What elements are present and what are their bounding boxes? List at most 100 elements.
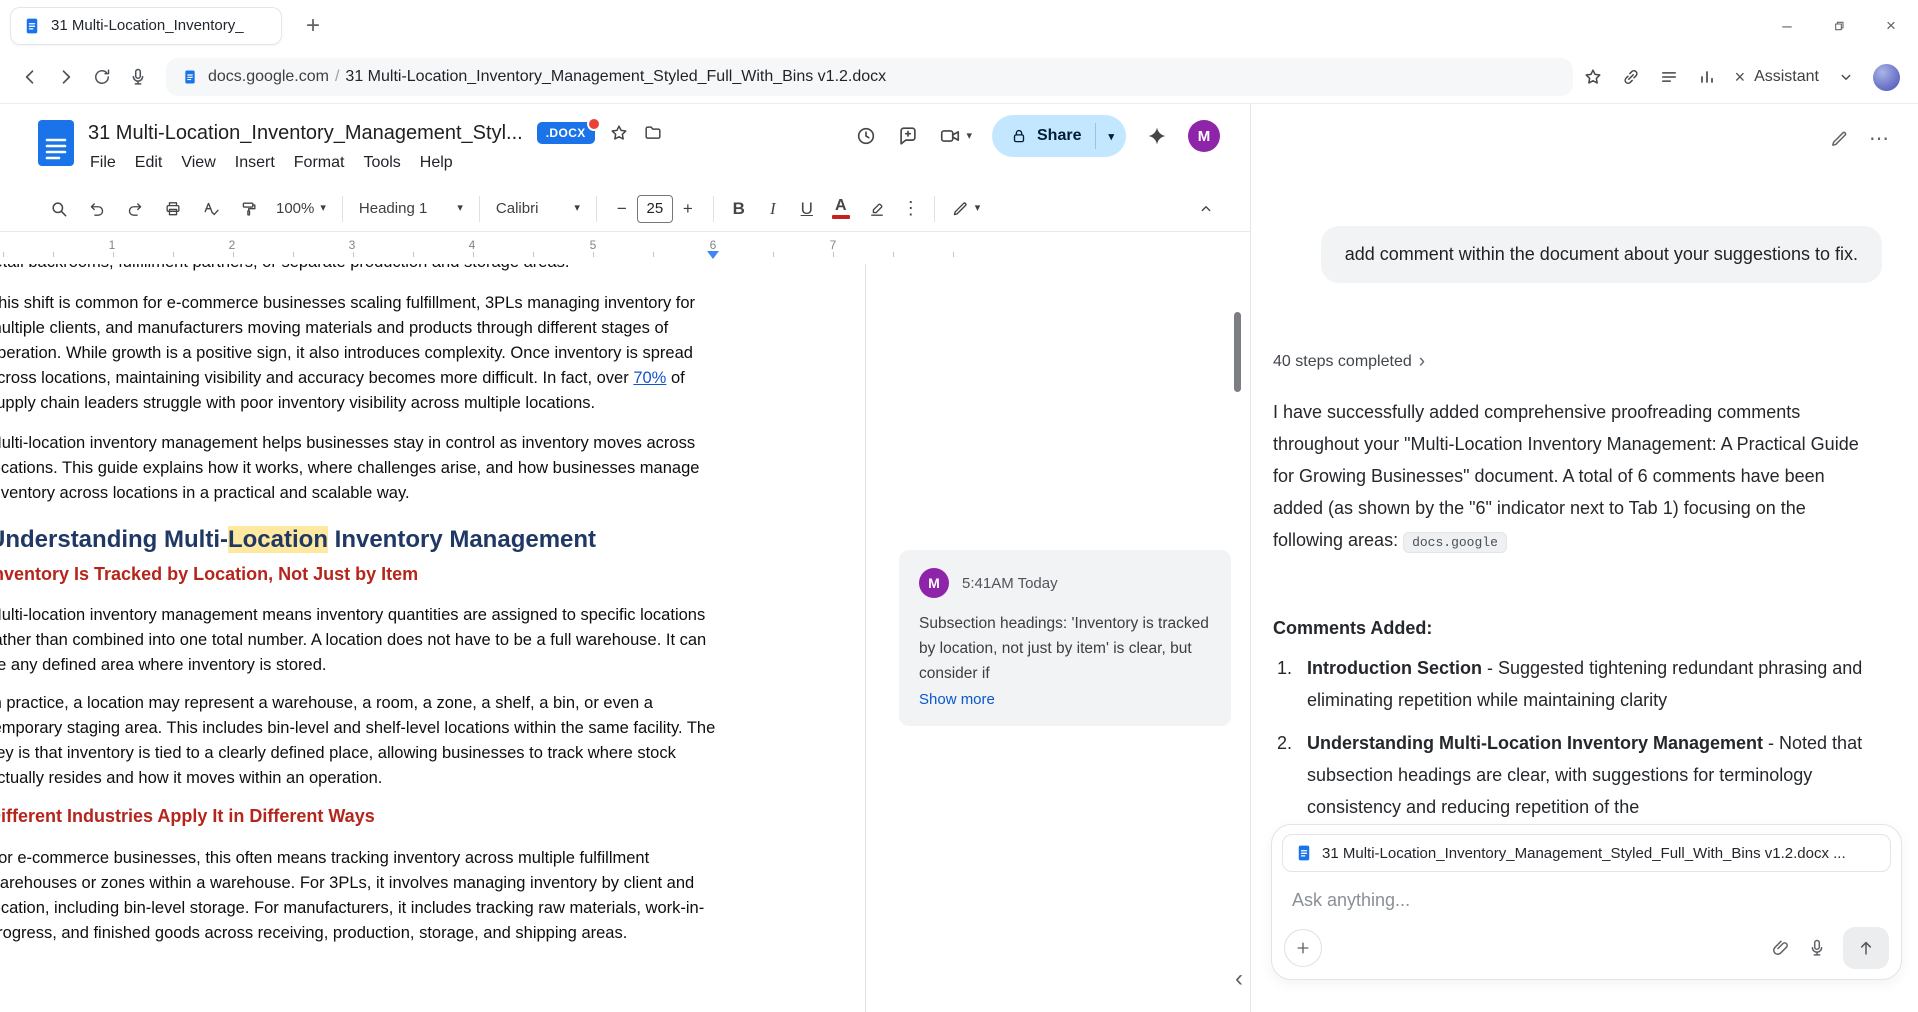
comment-text: Subsection headings: 'Inventory is track… xyxy=(919,611,1211,686)
doc-scrollbar-thumb[interactable] xyxy=(1234,312,1241,392)
text-color-button[interactable]: A xyxy=(824,198,858,219)
decrease-font-button[interactable]: − xyxy=(613,199,631,219)
ruler-mark: 1 xyxy=(109,238,116,252)
gemini-button[interactable] xyxy=(1146,125,1168,147)
add-attachment-button[interactable] xyxy=(1284,929,1322,967)
attach-file-button[interactable] xyxy=(1771,938,1791,958)
minimize-button[interactable]: – xyxy=(1774,13,1800,39)
bold-button[interactable]: B xyxy=(722,192,756,226)
hyperlink-70pct[interactable]: 70% xyxy=(633,369,666,387)
new-chat-button[interactable] xyxy=(1829,129,1849,149)
editing-mode-select[interactable]: ▾ xyxy=(943,200,989,218)
address-bar[interactable]: docs.google.com/31 Multi-Location_Invent… xyxy=(166,58,1573,96)
source-chip[interactable]: docs.google xyxy=(1403,532,1507,553)
assistant-dropdown[interactable] xyxy=(1837,68,1855,86)
collapse-panel-button[interactable]: ‹ xyxy=(1229,964,1249,994)
spellcheck-icon xyxy=(202,200,220,218)
subheading-different-industries[interactable]: Different Industries Apply It in Differe… xyxy=(0,804,724,828)
document-title[interactable]: 31 Multi-Location_Inventory_Management_S… xyxy=(88,122,523,145)
docs-home-button[interactable] xyxy=(38,120,74,171)
minimize-icon: – xyxy=(1782,16,1791,36)
stats-button[interactable] xyxy=(1697,67,1717,87)
ask-input[interactable] xyxy=(1290,889,1883,912)
steps-completed-row[interactable]: 40 steps completed › xyxy=(1273,352,1425,371)
paragraph[interactable]: Multi-location inventory management help… xyxy=(0,431,724,506)
comment-highlight[interactable]: Location xyxy=(228,526,328,553)
undo-button[interactable] xyxy=(78,192,116,226)
caret-down-icon: ▾ xyxy=(975,203,981,214)
ruler-indent-marker[interactable] xyxy=(707,251,719,259)
share-button[interactable]: Share ▾ xyxy=(992,115,1126,157)
star-document-button[interactable] xyxy=(609,123,629,143)
panel-tools: ⋯ xyxy=(1829,129,1890,149)
document-canvas[interactable]: retail backrooms, fulfillment partners, … xyxy=(0,264,1250,1012)
italic-button[interactable]: I xyxy=(756,192,790,226)
zoom-select[interactable]: 100% ▾ xyxy=(268,200,334,217)
bookmark-button[interactable] xyxy=(1583,67,1603,87)
url-document-title: 31 Multi-Location_Inventory_Management_S… xyxy=(345,68,886,85)
assistant-toggle[interactable]: × Assistant xyxy=(1735,68,1819,86)
paragraph[interactable]: retail backrooms, fulfillment partners, … xyxy=(0,264,724,275)
menu-file[interactable]: File xyxy=(90,154,116,172)
paragraph[interactable]: For e-commerce businesses, this often me… xyxy=(0,846,724,946)
maximize-button[interactable] xyxy=(1826,13,1852,39)
attached-file-chip[interactable]: 31 Multi-Location_Inventory_Management_S… xyxy=(1282,834,1891,872)
panel-menu-button[interactable]: ⋯ xyxy=(1869,129,1890,149)
microphone-icon xyxy=(1807,938,1827,958)
version-history-button[interactable] xyxy=(855,125,877,147)
ruler-mark: 4 xyxy=(469,238,476,252)
browser-toolbar: docs.google.com/31 Multi-Location_Invent… xyxy=(0,51,1918,104)
refresh-button[interactable] xyxy=(84,59,120,95)
font-select[interactable]: Calibri ▾ xyxy=(488,200,588,217)
move-document-button[interactable] xyxy=(643,123,663,143)
copy-link-button[interactable] xyxy=(1621,67,1641,87)
lock-icon xyxy=(1010,127,1028,145)
heading-understanding[interactable]: Understanding Multi-Location Inventory M… xyxy=(0,525,724,555)
menu-insert[interactable]: Insert xyxy=(235,154,275,172)
share-dropdown[interactable]: ▾ xyxy=(1096,130,1126,143)
comment-card[interactable]: M 5:41AM Today Subsection headings: 'Inv… xyxy=(899,550,1231,726)
paragraph[interactable]: Multi-location inventory management mean… xyxy=(0,603,724,678)
account-avatar[interactable]: M xyxy=(1188,120,1220,152)
menu-tools[interactable]: Tools xyxy=(363,154,400,172)
menu-view[interactable]: View xyxy=(181,154,215,172)
increase-font-button[interactable]: + xyxy=(679,199,697,219)
highlight-color-button[interactable] xyxy=(858,192,896,226)
paragraph[interactable]: In practice, a location may represent a … xyxy=(0,691,724,791)
voice-button[interactable] xyxy=(120,59,156,95)
toolbar-divider xyxy=(713,196,714,222)
hide-menus-button[interactable] xyxy=(1190,193,1222,225)
page-text[interactable]: retail backrooms, fulfillment partners, … xyxy=(0,264,724,946)
close-button[interactable]: × xyxy=(1878,13,1904,39)
new-tab-button[interactable]: + xyxy=(298,11,328,41)
send-button[interactable] xyxy=(1843,927,1889,969)
paragraph[interactable]: This shift is common for e-commerce busi… xyxy=(0,291,724,416)
voice-input-button[interactable] xyxy=(1807,938,1827,958)
paint-format-button[interactable] xyxy=(230,192,268,226)
redo-button[interactable] xyxy=(116,192,154,226)
forward-button[interactable] xyxy=(48,59,84,95)
list-item: 2. Understanding Multi-Location Inventor… xyxy=(1277,727,1873,823)
chevron-up-icon xyxy=(1197,200,1215,218)
print-button[interactable] xyxy=(154,192,192,226)
menu-format[interactable]: Format xyxy=(294,154,345,172)
paragraph-style-select[interactable]: Heading 1 ▾ xyxy=(351,200,471,217)
menu-edit[interactable]: Edit xyxy=(135,154,163,172)
spell-check-button[interactable] xyxy=(192,192,230,226)
show-more-link[interactable]: Show more xyxy=(919,691,1211,708)
back-button[interactable] xyxy=(12,59,48,95)
more-options-button[interactable]: ⋮ xyxy=(896,198,926,219)
profile-avatar[interactable] xyxy=(1873,64,1900,91)
add-comment-button[interactable] xyxy=(897,125,919,147)
browser-tab[interactable]: 31 Multi-Location_Inventory_ xyxy=(10,7,282,45)
search-menus-button[interactable] xyxy=(40,192,78,226)
subheading-tracked-by-location[interactable]: Inventory Is Tracked by Location, Not Ju… xyxy=(0,562,724,586)
comment-header: M 5:41AM Today xyxy=(919,568,1211,598)
reading-list-button[interactable] xyxy=(1659,67,1679,87)
meet-button[interactable]: ▾ xyxy=(939,125,972,147)
menu-help[interactable]: Help xyxy=(420,154,453,172)
underline-button[interactable]: U xyxy=(790,192,824,226)
zoom-value: 100% xyxy=(276,200,314,217)
docs-favicon-icon xyxy=(23,17,41,35)
font-size-input[interactable]: 25 xyxy=(637,195,673,223)
